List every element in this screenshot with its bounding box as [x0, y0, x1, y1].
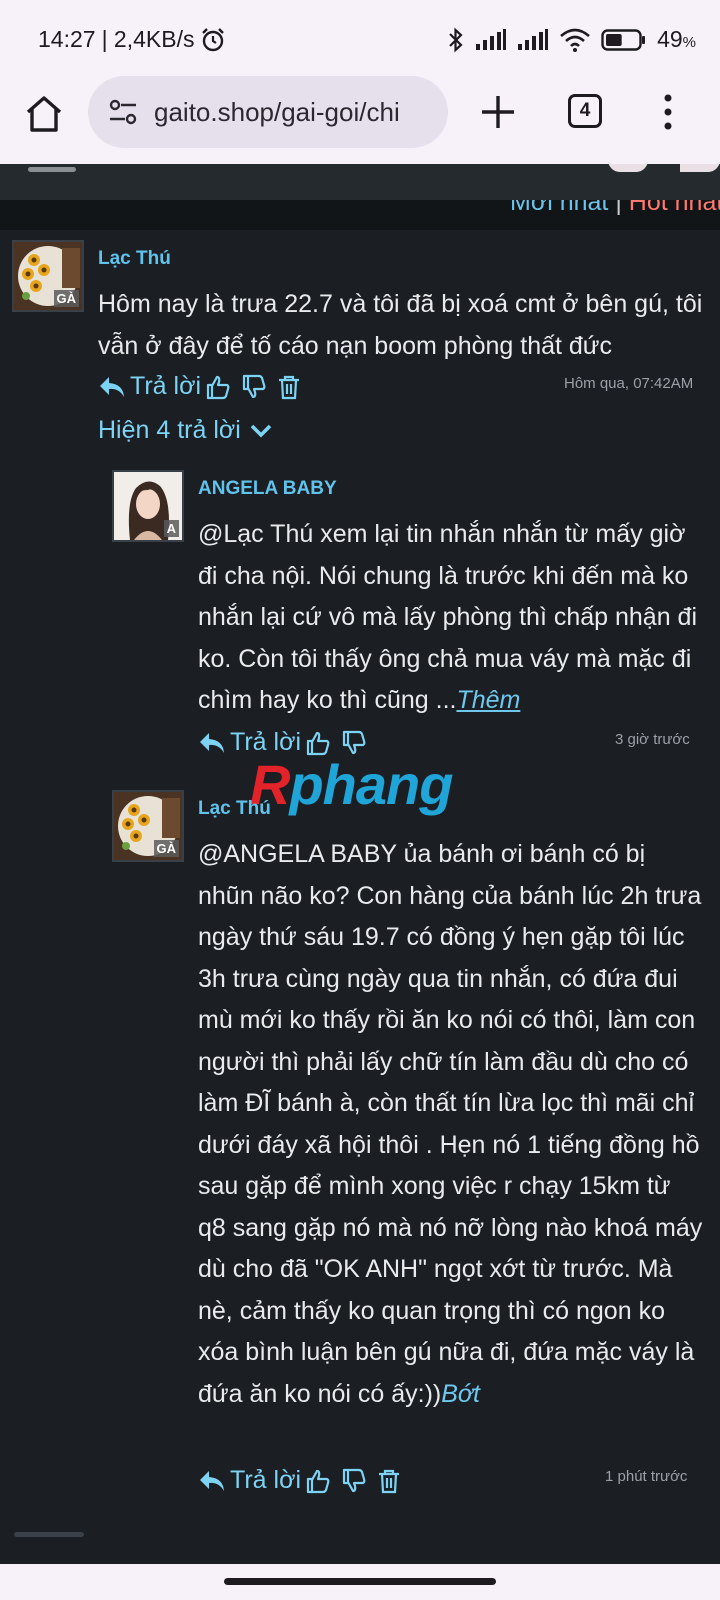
- header-button-edge-2[interactable]: [680, 164, 720, 172]
- tab-switcher-button[interactable]: 4: [568, 94, 602, 128]
- sort-separator: |: [615, 200, 622, 216]
- battery-icon: [601, 28, 646, 51]
- rank-badge: GÀ: [153, 840, 179, 857]
- avatar[interactable]: GÀ: [12, 240, 84, 312]
- reply-icon[interactable]: [198, 730, 226, 756]
- comment-author[interactable]: ANGELA BABY: [198, 478, 337, 500]
- bluetooth-icon: [449, 27, 463, 52]
- more-options-icon[interactable]: [660, 92, 676, 132]
- chevron-down-icon: [250, 424, 272, 438]
- wifi-icon: [560, 28, 590, 52]
- sort-newest-link[interactable]: Mới nhất: [510, 200, 608, 216]
- watermark-logo: Rphang: [250, 753, 453, 816]
- comment-actions: Trả lời: [98, 372, 301, 401]
- gesture-bar: [0, 1564, 720, 1600]
- status-network-speed: | 2,4KB/s: [101, 26, 195, 52]
- thumbs-up-icon[interactable]: [205, 374, 231, 400]
- home-gesture-handle[interactable]: [224, 1578, 496, 1585]
- reply-button[interactable]: Trả lời: [230, 1466, 301, 1495]
- tab-count: 4: [579, 100, 591, 121]
- status-right: 49%: [447, 26, 696, 53]
- reply-button[interactable]: Trả lời: [130, 372, 201, 401]
- thumbs-down-icon[interactable]: [341, 1468, 367, 1494]
- show-less-link[interactable]: Bớt: [441, 1380, 480, 1408]
- comment-body: @Lạc Thú xem lại tin nhắn nhắn từ mấy gi…: [198, 520, 698, 714]
- site-settings-icon[interactable]: [106, 95, 140, 129]
- home-button[interactable]: [22, 92, 66, 136]
- comment-body: @ANGELA BABY ủa bánh ơi bánh có bị nhũn …: [198, 840, 703, 1408]
- reply-icon[interactable]: [198, 1468, 226, 1494]
- reply-icon[interactable]: [98, 374, 126, 400]
- trash-icon[interactable]: [277, 374, 301, 400]
- status-left: 14:27 | 2,4KB/s: [38, 26, 226, 53]
- new-tab-button[interactable]: [478, 92, 518, 132]
- rank-badge: A: [163, 520, 179, 537]
- url-text: gaito.shop/gai-goi/chi: [154, 96, 400, 127]
- address-bar[interactable]: gaito.shop/gai-goi/chi: [88, 76, 448, 148]
- read-more-link[interactable]: Thêm: [456, 686, 520, 714]
- page-header-strip: [0, 164, 720, 200]
- status-bar: 14:27 | 2,4KB/s 49%: [0, 0, 720, 76]
- rank-badge: GÀ: [53, 290, 79, 307]
- thumbs-down-icon[interactable]: [241, 374, 267, 400]
- show-replies-label: Hiện 4 trả lời: [98, 416, 241, 444]
- comment-timestamp: 1 phút trước: [605, 1468, 688, 1485]
- trash-icon[interactable]: [377, 1468, 401, 1494]
- comment-author[interactable]: Lạc Thú: [98, 248, 171, 270]
- comment-author[interactable]: Lạc Thú: [198, 798, 271, 820]
- alarm-icon: [202, 27, 225, 51]
- comment-text: Hôm nay là trưa 22.7 và tôi đã bị xoá cm…: [98, 290, 703, 360]
- signal-icon: [476, 28, 507, 50]
- next-avatar-edge: [14, 1532, 84, 1537]
- next-item-edge: [0, 1532, 720, 1564]
- browser-toolbar: gaito.shop/gai-goi/chi 4: [0, 76, 720, 164]
- signal-icon-2: [518, 28, 549, 50]
- battery-percent: 49%: [657, 26, 696, 52]
- header-button-edge[interactable]: [608, 164, 648, 172]
- comment-actions: Trả lời: [198, 1466, 401, 1495]
- comment-text: @Lạc Thú xem lại tin nhắn nhắn từ mấy gi…: [198, 514, 704, 722]
- page-content: Mới nhất | Hot nhất GÀ Lạc Thú Hôm nay l…: [0, 164, 720, 1564]
- sort-hot-link[interactable]: Hot nhất: [629, 200, 720, 216]
- comment-text: @ANGELA BABY ủa bánh ơi bánh có bị nhũn …: [198, 834, 704, 1415]
- header-divider: [28, 167, 76, 172]
- avatar[interactable]: A: [112, 470, 184, 542]
- sort-bar: Mới nhất | Hot nhất: [0, 200, 720, 230]
- status-time: 14:27: [38, 26, 96, 52]
- avatar[interactable]: GÀ: [112, 790, 184, 862]
- show-replies-button[interactable]: Hiện 4 trả lời: [98, 416, 273, 445]
- comment-timestamp: 3 giờ trước: [615, 731, 690, 748]
- comment-timestamp: Hôm qua, 07:42AM: [564, 375, 694, 392]
- thumbs-up-icon[interactable]: [305, 1468, 331, 1494]
